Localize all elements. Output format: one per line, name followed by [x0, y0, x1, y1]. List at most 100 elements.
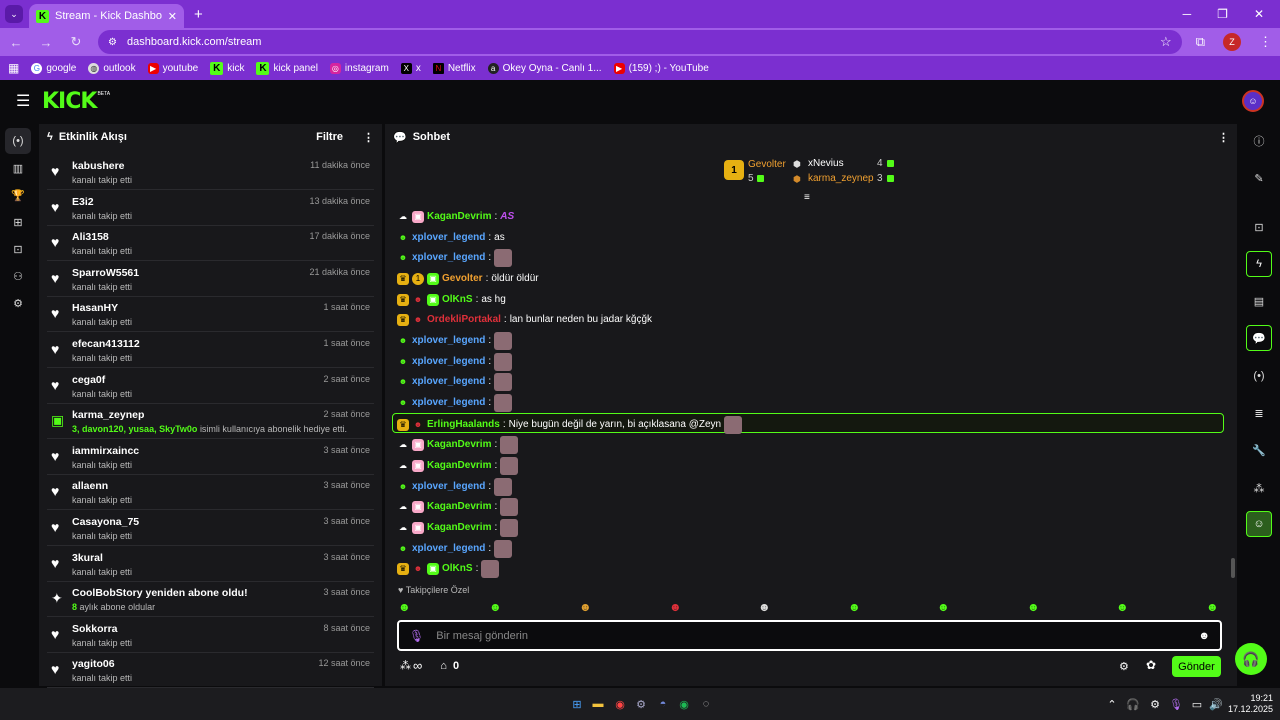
activity-username[interactable]: 3kural	[72, 552, 103, 564]
activity-item[interactable]: ♥ cega0f kanalı takip etti 2 saat önce	[47, 369, 374, 404]
bookmark-instagram[interactable]: ◎ instagram	[329, 62, 389, 74]
tools-icon[interactable]: 🔧	[1246, 437, 1272, 463]
chat-message[interactable]: ☻ xplover_legend:	[397, 477, 513, 496]
emote-option-icon[interactable]: ☻	[1116, 600, 1129, 614]
analytics-nav-icon[interactable]: ▥	[5, 155, 31, 181]
bookmark-kick-panel[interactable]: Kkick panel	[256, 61, 318, 75]
activity-username[interactable]: SparroW5561	[72, 267, 139, 279]
edit-icon[interactable]: ✎	[1246, 165, 1272, 191]
store-icon[interactable]: ⌂	[440, 660, 447, 672]
chat-message[interactable]: ☁ ▣ KaganDevrim: AS	[397, 207, 514, 226]
app-icon[interactable]: ◌	[698, 696, 714, 712]
gifter-2-name[interactable]: xNevius	[808, 158, 844, 169]
start-icon[interactable]: ⊞	[569, 696, 585, 712]
chat-username[interactable]: Gevolter	[442, 273, 483, 284]
stream-nav-icon[interactable]: (•)	[5, 128, 31, 154]
users-nav-icon[interactable]: ⚇	[5, 263, 31, 289]
activity-item[interactable]: ♥ yagito06 kanalı takip etti 12 saat önce	[47, 653, 374, 689]
share-icon[interactable]: ⁂	[1246, 475, 1272, 501]
reload-icon[interactable]: ↻	[68, 34, 84, 50]
chat-message[interactable]: ♛ ☻ ▣ OlKnS: as hg	[397, 290, 506, 309]
tray-chevron-icon[interactable]: ⌃	[1104, 696, 1120, 712]
file-explorer-icon[interactable]: ▬	[590, 696, 606, 712]
bookmark-outlook[interactable]: ◍ outlook	[88, 62, 136, 74]
chat-username[interactable]: OrdekliPortakal	[427, 314, 501, 325]
emote-option-icon[interactable]: ☻	[398, 600, 411, 614]
kebab-icon[interactable]: ⋮	[363, 131, 374, 144]
user-avatar[interactable]: ☺	[1242, 90, 1264, 112]
browser-tab[interactable]: K Stream - Kick Dashboard ✕	[29, 4, 184, 28]
chat-message[interactable]: ☁ ▣ KaganDevrim:	[397, 456, 519, 475]
community-nav-icon[interactable]: ⊞	[5, 209, 31, 235]
chat-scrollbar[interactable]	[1231, 558, 1235, 578]
bookmark-kick[interactable]: Kkick	[210, 61, 244, 75]
points-icon[interactable]: ⁂	[400, 659, 411, 672]
apps-grid-icon[interactable]: ▦	[8, 61, 19, 75]
tab-search-dropdown[interactable]: ⌄	[5, 5, 23, 23]
spotify-icon[interactable]: ◉	[676, 696, 692, 712]
chat-username[interactable]: OlKnS	[442, 563, 473, 574]
address-bar[interactable]: ⚙ dashboard.kick.com/stream ☆	[98, 30, 1182, 54]
activity-username[interactable]: allaenn	[72, 480, 108, 492]
activity-username[interactable]: Sokkorra	[72, 623, 118, 635]
headset-icon[interactable]: 🎧	[1125, 696, 1141, 712]
close-icon[interactable]: ✕	[168, 10, 177, 23]
chat-username[interactable]: ErlingHaalands	[427, 419, 500, 430]
broadcast-icon[interactable]: (•)	[1246, 363, 1272, 389]
chat-message[interactable]: ☻ xplover_legend:	[397, 248, 513, 267]
activity-username[interactable]: E3i2	[72, 196, 94, 208]
volume-icon[interactable]: 🔊	[1208, 696, 1224, 712]
filter-button[interactable]: Filtre	[316, 131, 343, 143]
site-info-icon[interactable]: ⚙	[108, 37, 117, 48]
support-button[interactable]: 🎧	[1235, 643, 1267, 675]
chat-message[interactable]: ♛ ☻ ErlingHaalands: Niye bugün değil de yar…	[397, 415, 743, 434]
chat-username[interactable]: KaganDevrim	[427, 211, 491, 222]
profile-avatar[interactable]: Z	[1223, 33, 1241, 51]
activity-username[interactable]: Casayona_75	[72, 516, 139, 528]
chat-username[interactable]: xplover_legend	[412, 543, 485, 554]
trophy-nav-icon[interactable]: 🏆	[5, 182, 31, 208]
bookmark-okey[interactable]: a Okey Oyna - Canlı 1...	[487, 62, 602, 74]
screen-icon[interactable]: ⊡	[1246, 214, 1272, 240]
activity-item[interactable]: ♥ 3kural kanalı takip etti 3 saat önce	[47, 547, 374, 582]
chat-username[interactable]: xplover_legend	[412, 376, 485, 387]
activity-item[interactable]: ♥ iammirxaincc kanalı takip etti 3 saat önc…	[47, 440, 374, 475]
chat-username[interactable]: OlKnS	[442, 294, 473, 305]
chat-username[interactable]: KaganDevrim	[427, 460, 491, 471]
bookmark-star-icon[interactable]: ☆	[1160, 34, 1172, 50]
network-icon[interactable]: ▭	[1189, 696, 1205, 712]
info-icon[interactable]: ⓘ	[1246, 128, 1272, 154]
chat-username[interactable]: xplover_legend	[412, 356, 485, 367]
activity-item[interactable]: ♥ kabushere kanalı takip etti 11 dakika önc…	[47, 155, 374, 190]
activity-username[interactable]: HasanHY	[72, 302, 118, 314]
activity-username[interactable]: karma_zeynep	[72, 409, 144, 421]
steam-tray-icon[interactable]: ⚙	[1147, 696, 1163, 712]
chat-message[interactable]: ☻ xplover_legend:	[397, 352, 513, 371]
chat-username[interactable]: xplover_legend	[412, 252, 485, 263]
discord-icon[interactable]: ◓	[655, 696, 671, 712]
chat-username[interactable]: KaganDevrim	[427, 522, 491, 533]
hamburger-menu-icon[interactable]: ☰	[16, 91, 36, 111]
bookmark-google[interactable]: Ggoogle	[31, 62, 76, 74]
emote-option-icon[interactable]: ☻	[937, 600, 950, 614]
gifter-1-name[interactable]: Gevolter	[748, 159, 786, 170]
emote-option-icon[interactable]: ☻	[669, 600, 682, 614]
chat-username[interactable]: xplover_legend	[412, 481, 485, 492]
gifter-3-name[interactable]: karma_zeynep	[808, 173, 874, 184]
chat-message[interactable]: ☁ ▣ KaganDevrim:	[397, 497, 519, 516]
activity-item[interactable]: ▣ karma_zeynep 3, davon120, yusaa, SkyTw0o…	[47, 404, 374, 440]
chat-message[interactable]: ☻ xplover_legend:	[397, 331, 513, 350]
chat-username[interactable]: KaganDevrim	[427, 439, 491, 450]
chat-toggle-icon[interactable]: 💬	[1246, 325, 1272, 351]
activity-item[interactable]: ✦ CoolBobStory yeniden abone oldu! 8 aylık…	[47, 582, 374, 618]
activity-item[interactable]: ♥ E3i2 kanalı takip etti 13 dakika önce	[47, 191, 374, 226]
minimize-icon[interactable]: ─	[1183, 7, 1192, 21]
chat-message[interactable]: ☻ xplover_legend:	[397, 393, 513, 412]
activity-username[interactable]: iammirxaincc	[72, 445, 139, 457]
chat-message[interactable]: ☁ ▣ KaganDevrim:	[397, 435, 519, 454]
window-close-icon[interactable]: ✕	[1254, 7, 1264, 21]
send-button[interactable]: Gönder	[1172, 656, 1221, 677]
settings-nav-icon[interactable]: ⚙	[5, 290, 31, 316]
activity-username[interactable]: efecan413112	[72, 338, 140, 350]
activity-username[interactable]: CoolBobStory yeniden abone oldu!	[72, 587, 248, 599]
